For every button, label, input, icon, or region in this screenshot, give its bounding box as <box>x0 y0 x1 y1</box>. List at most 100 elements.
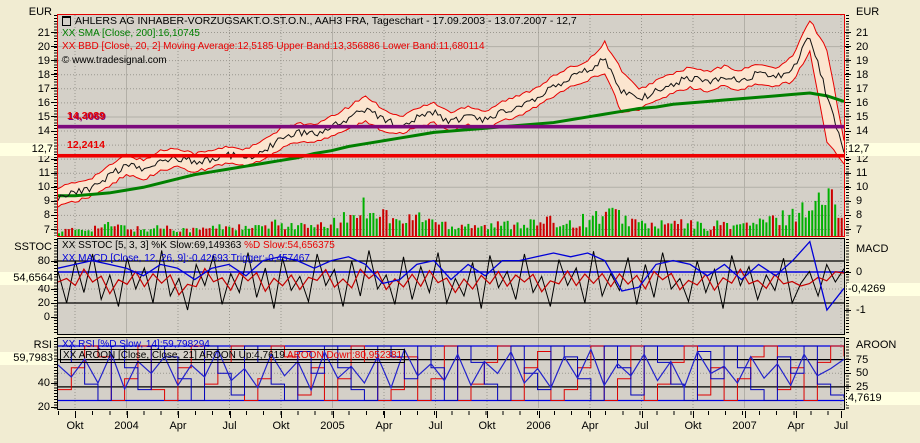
time-axis-major-tick <box>590 411 591 418</box>
time-axis-label: Okt <box>478 420 495 432</box>
sstoc-legend[interactable]: XX SSTOC [5, 3, 3] %K Slow:69,149363 %D … <box>62 240 335 252</box>
main-ytick-right: 21 <box>856 27 868 39</box>
sstoc-legend-d: %D Slow:54,656375 <box>244 240 335 251</box>
axis-major-tick <box>845 310 851 311</box>
main-ytick-left: 8 <box>0 209 50 221</box>
main-price-pane[interactable]: AHLERS AG INHABER-VORZUGSAKT.O.ST.O.N., … <box>57 14 845 237</box>
axis-major-tick <box>845 131 851 132</box>
main-ytick-right: 16 <box>856 97 868 109</box>
main-ytick-left: 17 <box>0 83 50 95</box>
axis-major-tick <box>51 173 57 174</box>
time-axis-label: Okt <box>272 420 289 432</box>
axis-major-tick <box>845 32 851 33</box>
time-axis-major-tick <box>230 411 231 418</box>
rsi-pane-right-label: AROON <box>856 339 918 351</box>
time-axis-label: 2006 <box>526 420 550 432</box>
axis-major-tick <box>51 303 57 304</box>
red-hline-label: 12,2414 <box>67 139 105 151</box>
window-icon <box>62 16 71 26</box>
axis-major-tick <box>845 215 851 216</box>
stoch-ytick: 80 <box>0 255 50 267</box>
time-axis-major-tick <box>75 411 76 418</box>
stoch-left-minor-ticks <box>54 239 57 334</box>
main-ytick-right: 14 <box>856 125 868 137</box>
main-ytick-right: 19 <box>856 55 868 67</box>
time-axis-major-tick <box>841 411 842 418</box>
axis-major-tick <box>845 46 851 47</box>
axis-major-tick <box>845 373 851 374</box>
macd-ytick: -1 <box>856 304 866 316</box>
rsi-aroon-pane[interactable]: XX RSI [%D Slow, 14]:59,798294 XX AROON … <box>57 337 845 410</box>
main-ytick-left: 15 <box>0 111 50 123</box>
axis-major-tick <box>845 116 851 117</box>
sma-legend[interactable]: XX SMA [Close, 200]:16,10745 <box>62 28 200 40</box>
macd-ytick: 0 <box>856 266 862 278</box>
time-axis-label: 2007 <box>732 420 756 432</box>
time-axis-label: Okt <box>684 420 701 432</box>
time-axis-major-tick <box>127 411 128 418</box>
rsi-ytick: 40 <box>0 377 50 389</box>
axis-major-tick <box>845 102 851 103</box>
axis-major-tick <box>51 88 57 89</box>
stochastic-macd-pane[interactable]: XX SSTOC [5, 3, 3] %K Slow:69,149363 %D … <box>57 238 845 335</box>
chart-title-text: AHLERS AG INHABER-VORZUGSAKT.O.ST.O.N., … <box>75 15 577 27</box>
axis-major-tick <box>845 173 851 174</box>
aroon-current-chip: 4,7619 <box>847 392 920 405</box>
aroon-ytick: 50 <box>856 367 868 379</box>
red-overlap-hline-label: 14,3089 <box>67 110 105 122</box>
rsi-current-chip: 59,7983 <box>0 352 54 365</box>
axis-major-tick <box>845 159 851 160</box>
axis-major-tick <box>51 289 57 290</box>
time-axis-major-tick <box>745 411 746 418</box>
time-axis-label: 2004 <box>114 420 138 432</box>
main-ytick-left: 7 <box>0 224 50 236</box>
axis-major-tick <box>51 131 57 132</box>
main-ytick-left: 16 <box>0 97 50 109</box>
axis-major-tick <box>845 272 851 273</box>
axis-major-tick <box>51 102 57 103</box>
stoch-pane-left-label: SSTOC <box>0 241 52 253</box>
macd-current-chip: -0,4269 <box>847 283 920 296</box>
main-ytick-right: 7 <box>856 224 862 236</box>
main-ytick-right: 20 <box>856 41 868 53</box>
left-axis-minor-ticks <box>54 15 57 236</box>
main-ytick-right: 10 <box>856 181 868 193</box>
axis-major-tick <box>845 74 851 75</box>
main-ytick-left: 9 <box>0 195 50 207</box>
aroon-legend-box: XX AROON [Close, Close, 21] AROON Up:4,7… <box>60 349 405 363</box>
time-axis-major-tick <box>487 411 488 418</box>
time-axis-major-tick <box>539 411 540 418</box>
time-axis-label: Jul <box>222 420 236 432</box>
axis-major-tick <box>845 359 851 360</box>
time-axis-label: Jul <box>428 420 442 432</box>
time-axis-major-tick <box>796 411 797 418</box>
right-axis-currency-label: EUR <box>856 6 918 18</box>
axis-major-tick <box>51 60 57 61</box>
axis-major-tick <box>51 187 57 188</box>
time-axis-minor-ticks <box>58 411 844 415</box>
right-axis-minor-ticks <box>846 15 849 236</box>
time-axis-label: Apr <box>169 420 186 432</box>
stoch-ytick: 20 <box>0 297 50 309</box>
main-ytick-right: 17 <box>856 83 868 95</box>
bbd-legend[interactable]: XX BBD [Close, 20, 2] Moving Average:12,… <box>62 41 485 53</box>
main-ytick-left: 10 <box>0 181 50 193</box>
left-axis-currency-label: EUR <box>0 6 52 18</box>
stoch-current-chip: 54,6564 <box>0 272 54 285</box>
tradesignal-chart-window: EUR EUR AHLERS AG INHABER-VORZUGSAKT.O.S… <box>0 0 920 443</box>
aroon-legend[interactable]: XX AROON [Close, Close, 21] AROON Up:4,7… <box>60 349 405 363</box>
time-axis-major-tick <box>178 411 179 418</box>
time-axis-label: Jul <box>834 420 848 432</box>
aroon-legend-down: AROON Down:80,952381 <box>287 350 402 361</box>
main-ytick-right: 15 <box>856 111 868 123</box>
axis-major-tick <box>845 60 851 61</box>
rsi-ytick: 20 <box>0 401 50 413</box>
rsi-pane-left-label: RSI <box>0 339 52 351</box>
axis-major-tick <box>51 261 57 262</box>
macd-legend[interactable]: XX MACD [Close, 12, 26, 9]:-0,42693 Trig… <box>62 253 310 265</box>
rsi-left-minor-ticks <box>54 338 57 409</box>
axis-major-tick <box>51 74 57 75</box>
axis-major-tick <box>51 317 57 318</box>
main-ytick-left: 19 <box>0 55 50 67</box>
main-ytick-left: 14 <box>0 125 50 137</box>
